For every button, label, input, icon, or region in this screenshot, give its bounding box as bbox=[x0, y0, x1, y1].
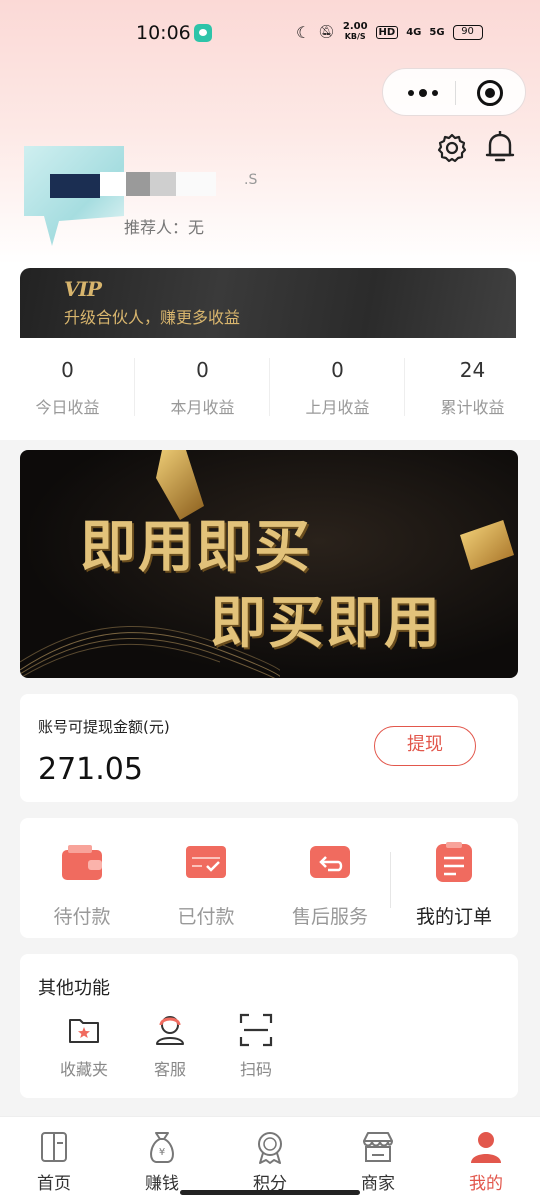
stat-label: 上月收益 bbox=[305, 398, 370, 417]
customer-service-button[interactable]: 客服 bbox=[130, 1012, 210, 1080]
bottom-tab-bar: 首页 ¥ 赚钱 积分 商家 我的 bbox=[0, 1116, 540, 1200]
withdraw-card: 账号可提现金额(元) 271.05 提现 bbox=[20, 694, 518, 802]
order-after-sales[interactable]: 售后服务 bbox=[268, 818, 392, 938]
scan-button[interactable]: 扫码 bbox=[216, 1012, 296, 1080]
tab-merchant[interactable]: 商家 bbox=[324, 1117, 432, 1200]
customer-service-icon bbox=[156, 1016, 184, 1045]
stat-value: 24 bbox=[459, 358, 486, 382]
miniprogram-capsule bbox=[382, 68, 526, 116]
home-indicator bbox=[180, 1190, 360, 1195]
hd-badge: HD bbox=[375, 25, 399, 39]
stat-value: 0 bbox=[61, 358, 74, 382]
money-bag-icon: ¥ bbox=[150, 1132, 174, 1163]
svg-text:¥: ¥ bbox=[159, 1147, 165, 1158]
scan-icon bbox=[239, 1013, 273, 1047]
stat-total[interactable]: 24 累计收益 bbox=[405, 338, 540, 434]
stat-label: 本月收益 bbox=[170, 398, 235, 417]
signal-4g: 4G bbox=[406, 26, 422, 38]
network-speed: 2.00 KB/S bbox=[342, 21, 368, 42]
home-icon bbox=[41, 1132, 67, 1162]
my-orders[interactable]: 我的订单 bbox=[392, 818, 516, 938]
tab-mine[interactable]: 我的 bbox=[432, 1117, 540, 1200]
card-check-icon bbox=[186, 846, 226, 878]
close-miniprogram-icon[interactable] bbox=[477, 80, 503, 106]
stat-value: 0 bbox=[331, 358, 344, 382]
stat-label: 今日收益 bbox=[35, 398, 100, 417]
section-title: 其他功能 bbox=[38, 978, 110, 999]
do-not-disturb-icon: ☾ bbox=[296, 22, 311, 42]
tab-label: 我的 bbox=[469, 1174, 503, 1194]
function-label: 扫码 bbox=[239, 1060, 272, 1079]
stat-this-month[interactable]: 0 本月收益 bbox=[135, 338, 270, 434]
vip-promo-text: 升级合伙人，赚更多收益 bbox=[64, 308, 241, 327]
user-icon bbox=[471, 1132, 501, 1163]
tab-earn[interactable]: ¥ 赚钱 bbox=[108, 1117, 216, 1200]
nickname-mosaic bbox=[100, 172, 250, 196]
vip-logo: VIP bbox=[64, 277, 102, 301]
status-time: 10:06 bbox=[136, 22, 191, 44]
favorites-button[interactable]: 收藏夹 bbox=[44, 1012, 124, 1080]
status-indicators: ☾ 🔕︎ 2.00 KB/S HD 4G 5G 90 bbox=[296, 22, 483, 42]
order-list-icon bbox=[436, 842, 472, 882]
order-paid[interactable]: 已付款 bbox=[144, 818, 268, 938]
order-label: 已付款 bbox=[177, 906, 235, 928]
tab-label: 赚钱 bbox=[145, 1174, 179, 1194]
withdraw-button[interactable]: 提现 bbox=[374, 726, 476, 766]
withdrawable-amount: 271.05 bbox=[38, 752, 143, 787]
tab-label: 首页 bbox=[37, 1174, 71, 1194]
stat-label: 累计收益 bbox=[440, 398, 505, 417]
nickname-suffix: .S bbox=[244, 172, 258, 188]
more-icon[interactable] bbox=[403, 83, 443, 103]
withdrawable-label: 账号可提现金额(元) bbox=[38, 718, 170, 736]
banner-headline-1: 即用即买 bbox=[80, 515, 312, 580]
status-bar: 10:06 ☾ 🔕︎ 2.00 KB/S HD 4G 5G 90 bbox=[0, 0, 540, 66]
tab-label: 商家 bbox=[361, 1174, 395, 1194]
favorites-folder-icon bbox=[69, 1019, 99, 1043]
function-label: 收藏夹 bbox=[59, 1060, 108, 1079]
orders-divider bbox=[390, 852, 391, 908]
tab-points[interactable]: 积分 bbox=[216, 1117, 324, 1200]
settings-gear-icon[interactable] bbox=[436, 132, 468, 164]
order-pending-payment[interactable]: 待付款 bbox=[20, 818, 144, 938]
wallet-icon bbox=[62, 845, 102, 880]
battery-indicator: 90 bbox=[452, 24, 483, 40]
medal-icon bbox=[258, 1132, 282, 1164]
gold-ribbon-decoration bbox=[460, 520, 514, 570]
tab-home[interactable]: 首页 bbox=[0, 1117, 108, 1200]
stat-today[interactable]: 0 今日收益 bbox=[0, 338, 135, 434]
other-functions-card: 其他功能 收藏夹 客服 扫码 bbox=[20, 954, 518, 1098]
banner-headline-2: 即买即用 bbox=[210, 591, 442, 656]
order-label: 售后服务 bbox=[291, 906, 368, 928]
earnings-stats: 0 今日收益 0 本月收益 0 上月收益 24 累计收益 bbox=[0, 338, 540, 434]
vip-upgrade-card[interactable]: VIP 升级合伙人，赚更多收益 bbox=[20, 268, 516, 338]
chat-app-icon bbox=[194, 24, 212, 42]
orders-card: 待付款 已付款 售后服务 我的订单 bbox=[20, 818, 518, 938]
stat-value: 0 bbox=[196, 358, 209, 382]
promo-banner[interactable]: 即用即买 即买即用 bbox=[20, 450, 518, 678]
notification-bell-icon[interactable] bbox=[484, 130, 516, 164]
capsule-divider bbox=[455, 81, 456, 105]
mute-icon: 🔕︎ bbox=[318, 24, 335, 40]
avatar-mosaic bbox=[50, 174, 100, 198]
signal-5g: 5G bbox=[429, 26, 445, 38]
stat-last-month[interactable]: 0 上月收益 bbox=[270, 338, 405, 434]
order-label: 我的订单 bbox=[415, 906, 492, 928]
store-icon bbox=[363, 1132, 393, 1162]
function-label: 客服 bbox=[153, 1060, 186, 1079]
order-label: 待付款 bbox=[53, 906, 111, 928]
referrer-text: 推荐人：无 bbox=[124, 218, 205, 237]
return-icon bbox=[310, 846, 350, 878]
